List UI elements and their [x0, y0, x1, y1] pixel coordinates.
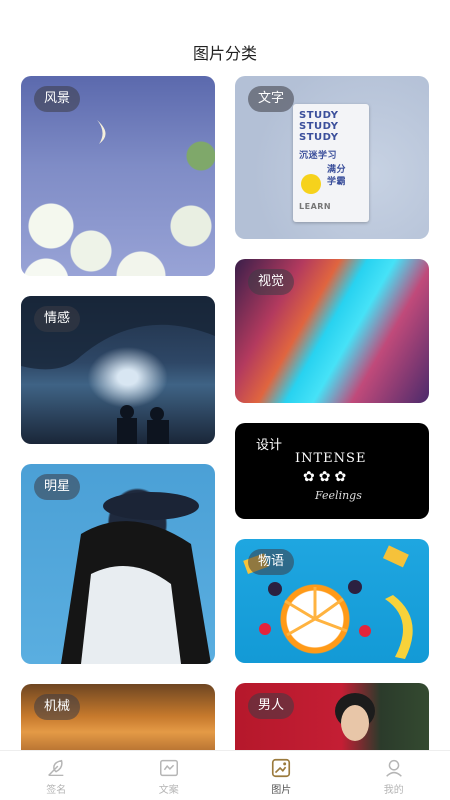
design-title: INTENSE	[295, 451, 367, 466]
tab-wenan[interactable]: 文案	[113, 751, 226, 800]
bottom-tab-bar: 签名 文案 图片 我的	[0, 750, 450, 800]
tab-label: 图片	[271, 785, 292, 796]
design-script: Feelings	[315, 489, 362, 502]
tab-qianming[interactable]: 签名	[0, 751, 113, 800]
tab-label: 文案	[158, 785, 179, 796]
category-tag-nanren: 男人	[248, 693, 295, 719]
category-tag-sheji: 设计	[256, 438, 283, 453]
poster-line: STUDY	[299, 121, 339, 132]
category-tag-wenzi: 文字	[248, 86, 295, 112]
category-card-wenzi[interactable]: STUDY STUDY STUDY 沉迷学习 满分 学霸 LEARN 文字	[235, 76, 429, 239]
poster-cn-line: 沉迷学习	[299, 151, 338, 161]
cartoon-chick-icon	[301, 174, 321, 194]
poster-line: STUDY	[299, 132, 339, 143]
tab-wode[interactable]: 我的	[338, 751, 450, 800]
category-tag-wuyu: 物语	[248, 549, 295, 575]
category-tag-shijue: 视觉	[248, 269, 295, 295]
image-icon	[272, 758, 291, 778]
category-card-shijue[interactable]: 视觉	[235, 259, 429, 403]
category-card-qinggan[interactable]: 情感	[21, 296, 215, 444]
poster-side-text: LEARN	[299, 202, 332, 211]
category-tag-fengjing: 风景	[34, 86, 81, 112]
category-card-mingxing[interactable]: 明星	[21, 464, 215, 664]
category-card-fengjing[interactable]: 风景	[21, 76, 215, 276]
user-icon	[385, 759, 402, 777]
category-card-wuyu[interactable]: 物语	[235, 539, 429, 663]
category-tag-mingxing: 明星	[34, 474, 81, 500]
tab-label: 签名	[46, 785, 67, 796]
category-card-sheji[interactable]: INTENSE ✿✿✿ Feelings 设计	[235, 423, 429, 519]
poster-cn-line: 学霸	[327, 177, 347, 187]
tab-tupian[interactable]: 图片	[225, 751, 338, 800]
category-tag-qinggan: 情感	[34, 306, 81, 332]
category-tag-jixie: 机械	[34, 694, 81, 720]
page-title: 图片分类	[192, 44, 257, 63]
tab-label: 我的	[383, 785, 404, 796]
text-card-icon	[159, 759, 178, 777]
study-poster: STUDY STUDY STUDY 沉迷学习 满分 学霸 LEARN	[293, 104, 369, 222]
daisy-icon: ✿✿✿	[303, 469, 351, 485]
feather-pen-icon	[48, 759, 64, 776]
poster-line: STUDY	[299, 110, 339, 121]
